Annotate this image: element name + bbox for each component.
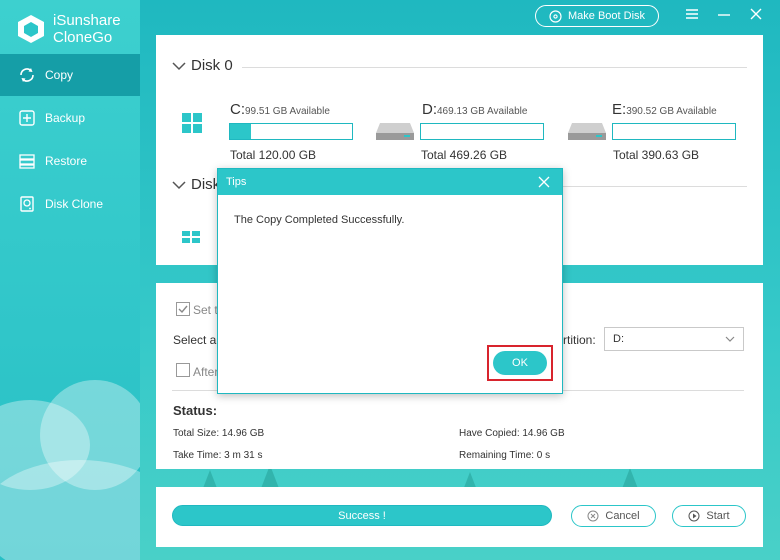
divider — [562, 186, 747, 187]
total-size: Total Size: 14.96 GB — [173, 428, 265, 439]
close-button[interactable] — [748, 6, 764, 22]
dialog-title: Tips — [226, 176, 247, 188]
cancel-button[interactable]: Cancel — [571, 505, 656, 527]
app-logo: iSunshare CloneGo — [16, 12, 121, 46]
partition-usage-bar — [420, 123, 544, 140]
make-boot-disk-label: Make Boot Disk — [567, 10, 646, 22]
have-copied: Have Copied: 14.96 GB — [459, 428, 565, 439]
windows-drive-icon — [182, 113, 202, 133]
backup-icon — [19, 110, 35, 126]
close-icon — [750, 8, 762, 20]
minimize-icon — [718, 14, 730, 16]
restore-icon — [19, 154, 35, 169]
disk-clone-icon — [20, 196, 34, 212]
partition-d[interactable]: D:469.13 GB Available Total 469.26 GB — [374, 95, 549, 165]
dialog-close-button[interactable] — [536, 174, 552, 190]
partition-available: 390.52 GB Available — [626, 106, 717, 117]
sidebar-item-disk-clone[interactable]: Disk Clone — [0, 183, 140, 225]
cancel-icon — [587, 510, 599, 522]
tips-dialog: Tips The Copy Completed Successfully. OK — [217, 168, 563, 394]
disk-1-name: Disk — [191, 176, 221, 193]
target-partition-select[interactable]: D: — [604, 327, 744, 351]
menu-button[interactable] — [684, 6, 700, 22]
chevron-down-icon — [725, 336, 735, 342]
progress-bar: Success ! — [172, 505, 552, 526]
partition-total: Total 390.63 GB — [613, 148, 700, 162]
sidebar-item-backup[interactable]: Backup — [0, 97, 140, 139]
start-button[interactable]: Start — [672, 505, 746, 527]
partition-letter: E: — [612, 101, 627, 118]
partition-letter: D: — [422, 101, 437, 118]
partition-available: 469.13 GB Available — [437, 106, 528, 117]
start-label: Start — [706, 510, 730, 522]
select-label: Select a — [173, 333, 217, 347]
menu-icon — [686, 9, 698, 19]
app-name-line1: iSunshare — [53, 12, 121, 29]
divider — [242, 67, 747, 68]
disk-1-header[interactable]: Disk — [172, 176, 220, 193]
sidebar-nav: Copy Backup Restore Disk Clone — [0, 54, 140, 226]
ok-label: OK — [512, 357, 528, 369]
close-icon — [538, 176, 550, 188]
remaining-time: Remaining Time: 0 s — [459, 450, 551, 461]
chevron-down-icon — [172, 61, 186, 70]
app-name-line2: CloneGo — [53, 29, 113, 46]
sidebar-item-restore[interactable]: Restore — [0, 140, 140, 182]
sidebar-item-copy[interactable]: Copy — [0, 54, 140, 96]
hard-drive-icon — [568, 123, 606, 140]
minimize-button[interactable] — [716, 6, 732, 22]
sidebar-item-label: Disk Clone — [45, 197, 104, 211]
dialog-message: The Copy Completed Successfully. — [234, 214, 405, 226]
windows-drive-icon — [182, 231, 200, 243]
progress-label: Success ! — [338, 509, 386, 522]
ok-highlight-box: OK — [487, 345, 553, 381]
partition-label: rtition: — [563, 333, 596, 347]
cancel-label: Cancel — [605, 510, 640, 522]
hard-drive-icon — [376, 123, 414, 140]
dialog-title-bar: Tips — [218, 169, 562, 195]
play-icon — [688, 510, 700, 522]
sidebar-item-label: Backup — [45, 111, 86, 125]
ok-button[interactable]: OK — [493, 351, 547, 375]
copy-icon — [20, 68, 34, 82]
after-label: After — [193, 365, 219, 379]
make-boot-disk-button[interactable]: Make Boot Disk — [535, 5, 659, 27]
partition-available: 99.51 GB Available — [245, 106, 330, 117]
disk-0-name: Disk 0 — [191, 57, 233, 74]
cloud-decoration — [0, 460, 140, 560]
partition-total: Total 469.26 GB — [421, 148, 508, 162]
set-target-label: Set t — [193, 303, 218, 317]
partition-c[interactable]: C:99.51 GB Available Total 120.00 GB — [182, 95, 357, 165]
partition-usage-fill — [230, 124, 251, 139]
partition-usage-bar — [229, 123, 353, 140]
chevron-down-icon — [172, 180, 186, 189]
status-title: Status: — [173, 403, 218, 418]
check-icon — [178, 305, 188, 314]
partition-e[interactable]: E:390.52 GB Available Total 390.63 GB — [566, 95, 741, 165]
logo-icon — [16, 14, 46, 44]
sidebar-item-label: Copy — [45, 68, 74, 82]
partition-total: Total 120.00 GB — [230, 148, 317, 162]
target-partition-value: D: — [613, 333, 624, 345]
disc-icon — [549, 9, 562, 23]
after-checkbox[interactable] — [176, 363, 190, 377]
take-time: Take Time: 3 m 31 s — [173, 450, 263, 461]
partition-usage-bar — [612, 123, 736, 140]
disk-0-header[interactable]: Disk 0 — [172, 57, 233, 74]
sidebar-item-label: Restore — [45, 154, 88, 168]
partition-letter: C: — [230, 101, 245, 118]
sidebar: iSunshare CloneGo Copy Backup Restore Di… — [0, 0, 140, 560]
set-target-checkbox[interactable] — [176, 302, 190, 316]
